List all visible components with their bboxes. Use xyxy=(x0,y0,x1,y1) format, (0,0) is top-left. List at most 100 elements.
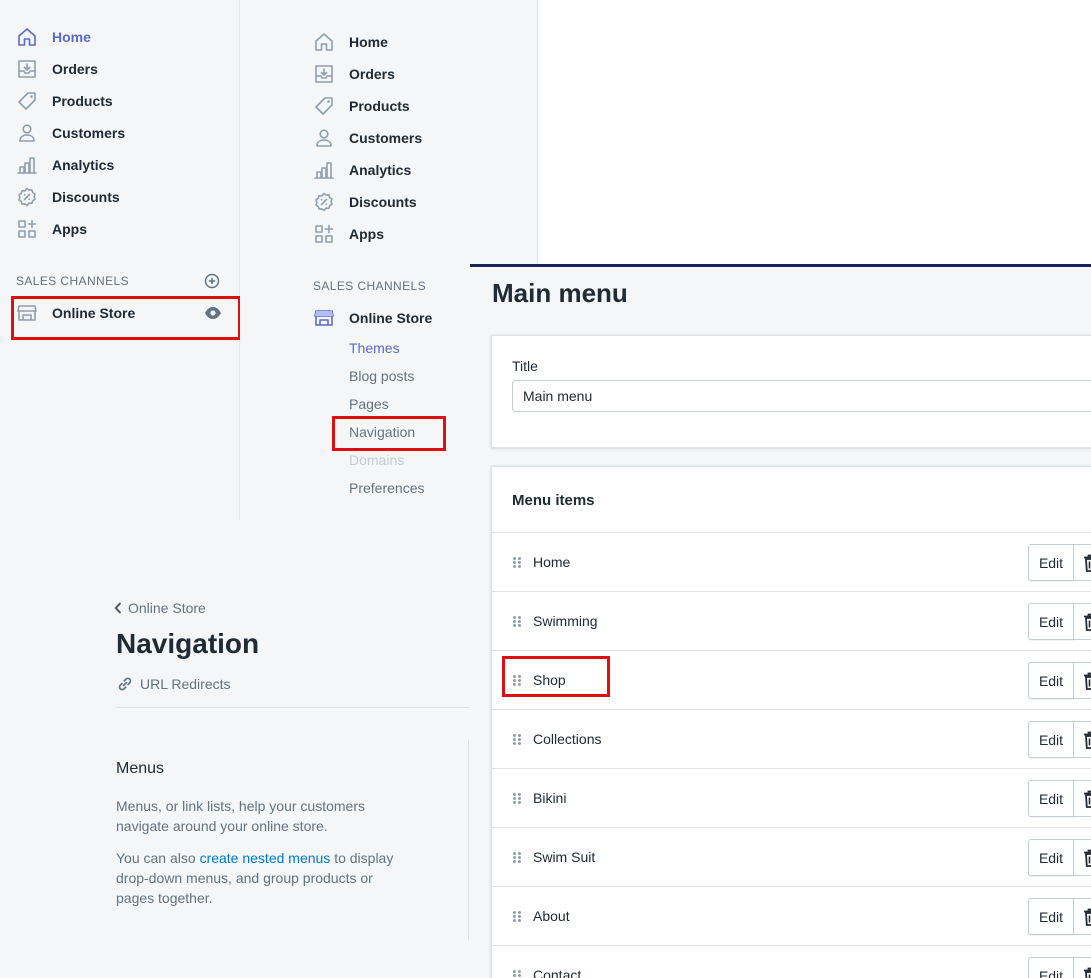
mid-nav-list: Home Orders Products Customers Analytics Disc… xyxy=(313,26,422,250)
sidebar-item-apps[interactable]: Apps xyxy=(16,213,125,245)
sidebar-item-customers[interactable]: Customers xyxy=(313,122,422,154)
sales-channels-title: SALES CHANNELS xyxy=(16,274,129,288)
delete-button[interactable] xyxy=(1073,544,1091,581)
sidebar-item-products[interactable]: Products xyxy=(313,90,422,122)
breadcrumb-label: Online Store xyxy=(128,600,206,616)
menu-item-label: About xyxy=(533,908,570,924)
sub-item-pages[interactable]: Pages xyxy=(349,390,424,418)
sub-item-preferences[interactable]: Preferences xyxy=(349,474,424,502)
drag-handle-icon[interactable] xyxy=(513,674,521,686)
sub-item-themes[interactable]: Themes xyxy=(349,334,424,362)
title-card: Title xyxy=(491,335,1091,448)
delete-button[interactable] xyxy=(1073,603,1091,640)
edit-button[interactable]: Edit xyxy=(1028,544,1074,581)
sub-item-blog-posts[interactable]: Blog posts xyxy=(349,362,424,390)
edit-button[interactable]: Edit xyxy=(1028,839,1074,876)
edit-button[interactable]: Edit xyxy=(1028,957,1074,978)
trash-icon xyxy=(1083,908,1091,926)
drag-handle-icon[interactable] xyxy=(513,733,521,745)
sidebar-item-label: Discounts xyxy=(349,194,417,210)
title-input[interactable] xyxy=(512,380,1091,412)
chevron-left-icon xyxy=(114,602,122,614)
breadcrumb[interactable]: Online Store xyxy=(114,600,206,616)
sidebar-item-online-store[interactable]: Online Store xyxy=(16,297,226,329)
drag-handle-icon[interactable] xyxy=(513,851,521,863)
trash-icon xyxy=(1083,672,1091,690)
page-title: Main menu xyxy=(492,278,628,308)
sidebar-item-discounts[interactable]: Discounts xyxy=(16,181,125,213)
drag-handle-icon[interactable] xyxy=(513,615,521,627)
delete-button[interactable] xyxy=(1073,721,1091,758)
main-menu-page: Main menu Title Menu items HomeEditSwimm… xyxy=(470,264,1091,978)
sidebar-item-analytics[interactable]: Analytics xyxy=(16,149,125,181)
edit-button[interactable]: Edit xyxy=(1028,898,1074,935)
page-title: Navigation xyxy=(116,628,260,659)
edit-button[interactable]: Edit xyxy=(1028,721,1074,758)
trash-icon xyxy=(1083,554,1091,572)
drag-handle-icon[interactable] xyxy=(513,556,521,568)
menu-item-row[interactable]: Contact Edit xyxy=(492,945,1091,978)
create-nested-menus-link[interactable]: create nested menus xyxy=(200,850,331,866)
delete-button[interactable] xyxy=(1073,662,1091,699)
sub-item-domains: Domains xyxy=(349,452,405,468)
vertical-divider xyxy=(468,740,469,940)
edit-button[interactable]: Edit xyxy=(1028,780,1074,817)
menus-description: Menus, or link lists, help your customer… xyxy=(116,798,365,834)
orders-icon xyxy=(313,63,349,85)
sidebar-item-label: Online Store xyxy=(349,310,433,326)
home-icon xyxy=(313,31,349,53)
menu-item-label: Swim Suit xyxy=(533,849,596,865)
sidebar-item-orders[interactable]: Orders xyxy=(313,58,422,90)
drag-handle-icon[interactable] xyxy=(513,792,521,804)
sidebar-item-analytics[interactable]: Analytics xyxy=(313,154,422,186)
sidebar-item-customers[interactable]: Customers xyxy=(16,117,125,149)
menu-item-row[interactable]: Bikini Edit xyxy=(492,768,1091,827)
menu-item-row[interactable]: About Edit xyxy=(492,886,1091,945)
sidebar-item-products[interactable]: Products xyxy=(16,85,125,117)
menu-item-label: Home xyxy=(533,554,571,570)
trash-icon xyxy=(1083,731,1091,749)
sidebar-item-label: Orders xyxy=(349,66,395,82)
sidebar-item-home[interactable]: Home xyxy=(16,21,125,53)
sidebar-item-discounts[interactable]: Discounts xyxy=(313,186,422,218)
sub-item-navigation[interactable]: Navigation xyxy=(349,418,424,446)
delete-button[interactable] xyxy=(1073,839,1091,876)
trash-icon xyxy=(1083,790,1091,808)
sidebar-item-label: Products xyxy=(52,93,113,109)
add-sales-channel-icon[interactable] xyxy=(204,273,220,289)
sidebar-item-label: Apps xyxy=(349,226,384,242)
nested-menus-text: You can also create nested menus to disp… xyxy=(116,850,394,906)
menu-item-row[interactable]: Swim Suit Edit xyxy=(492,827,1091,886)
navigation-page: Online Store Navigation URL Redirects Me… xyxy=(0,520,470,978)
menu-item-row[interactable]: Home Edit xyxy=(492,532,1091,591)
sidebar-item-label: Customers xyxy=(349,130,423,146)
edit-button[interactable]: Edit xyxy=(1028,603,1074,640)
edit-button[interactable]: Edit xyxy=(1028,662,1074,699)
store-icon xyxy=(313,307,349,329)
left-sidebar: Home Orders Products Customers Analytics Disc… xyxy=(0,0,240,520)
apps-icon xyxy=(16,218,52,240)
delete-button[interactable] xyxy=(1073,957,1091,978)
trash-icon xyxy=(1083,967,1091,978)
delete-button[interactable] xyxy=(1073,780,1091,817)
sidebar-item-label: Analytics xyxy=(52,157,115,173)
view-store-eye-icon[interactable] xyxy=(204,306,222,320)
menu-item-row[interactable]: Swimming Edit xyxy=(492,591,1091,650)
delete-button[interactable] xyxy=(1073,898,1091,935)
discount-icon xyxy=(313,191,349,213)
sidebar-item-orders[interactable]: Orders xyxy=(16,53,125,85)
person-icon xyxy=(313,127,349,149)
menu-items-heading: Menu items xyxy=(512,492,595,509)
person-icon xyxy=(16,122,52,144)
sidebar-item-home[interactable]: Home xyxy=(313,26,422,58)
menu-item-row[interactable]: Collections Edit xyxy=(492,709,1091,768)
sidebar-item-apps[interactable]: Apps xyxy=(313,218,422,250)
title-field-label: Title xyxy=(512,358,538,374)
drag-handle-icon[interactable] xyxy=(513,969,521,978)
menu-item-row[interactable]: Shop Edit xyxy=(492,650,1091,709)
sidebar-item-label: Home xyxy=(349,34,388,50)
drag-handle-icon[interactable] xyxy=(513,910,521,922)
discount-icon xyxy=(16,186,52,208)
url-redirects-link[interactable]: URL Redirects xyxy=(116,675,231,693)
menu-items-card: Menu items Home Edit Swimming Edit Shop Edit C… xyxy=(491,466,1091,978)
